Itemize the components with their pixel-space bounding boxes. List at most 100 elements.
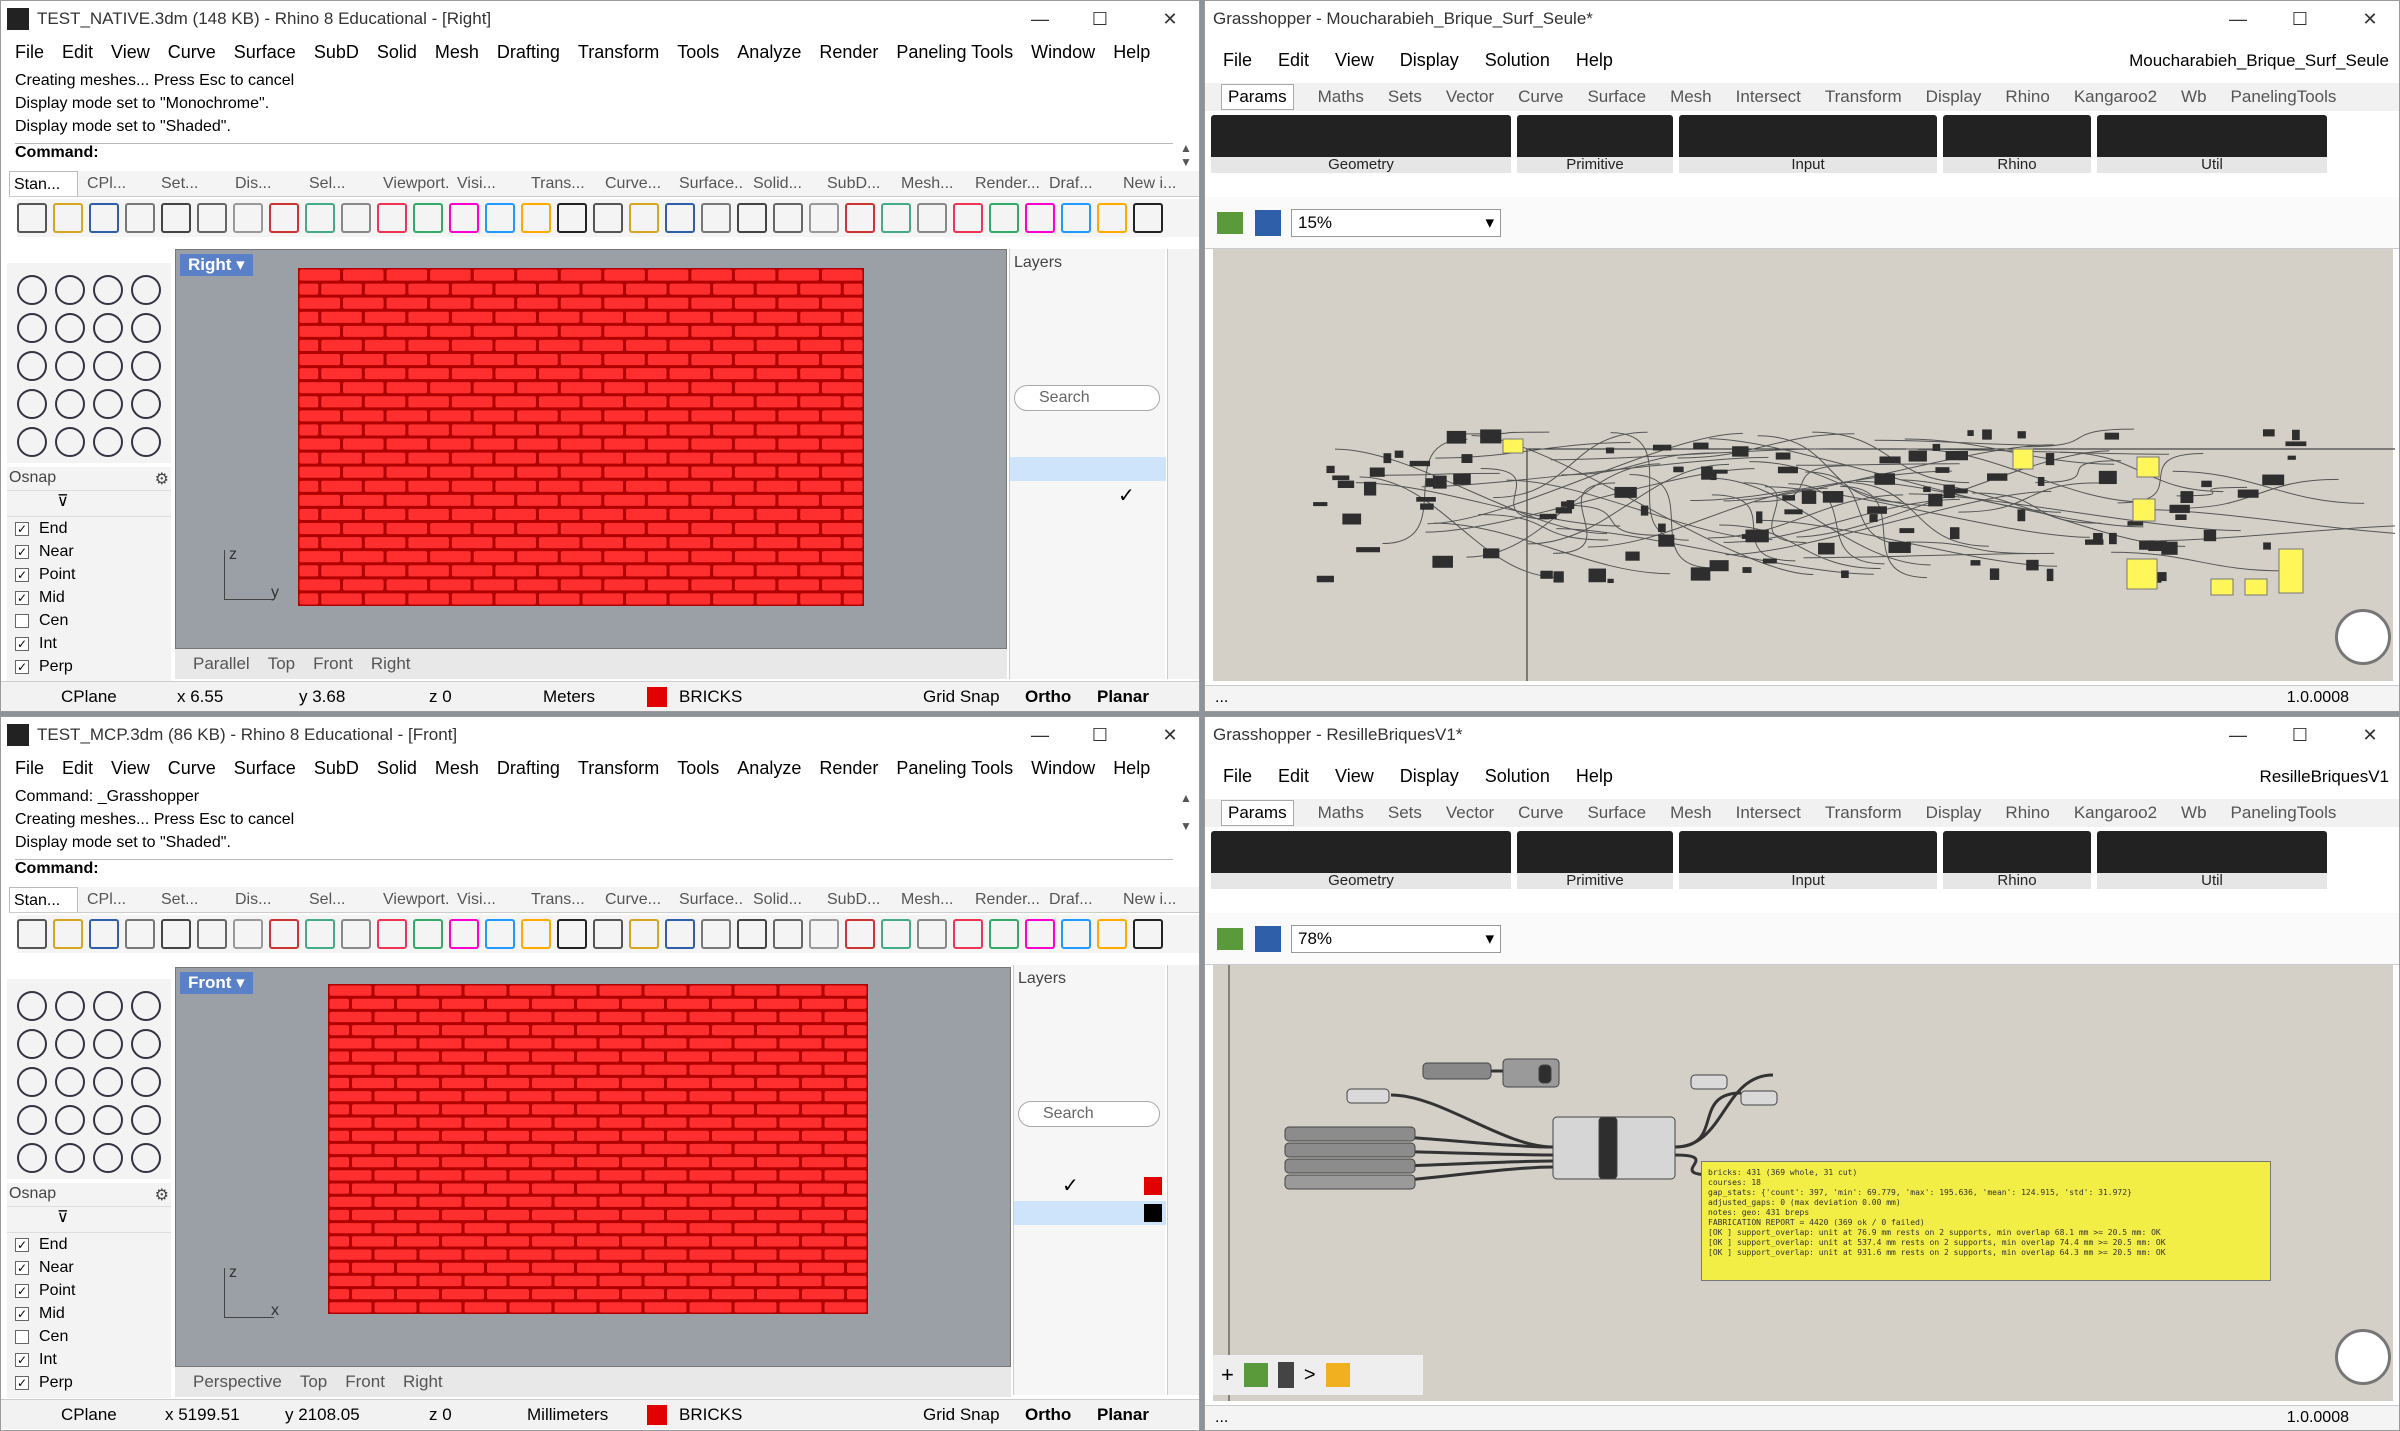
menu-item-2[interactable]: View xyxy=(1335,766,1374,787)
toolbar-button-icon[interactable] xyxy=(197,919,227,949)
toolbar-button-icon[interactable] xyxy=(161,203,191,233)
toolbar-button-icon[interactable] xyxy=(953,919,983,949)
toolbar-button-icon[interactable] xyxy=(125,203,155,233)
checkbox[interactable]: ✓ xyxy=(15,544,29,559)
tool-icon[interactable] xyxy=(17,1029,47,1059)
toolbar-button-icon[interactable] xyxy=(1025,203,1055,233)
close-icon[interactable]: ✕ xyxy=(2341,717,2399,753)
toolbar-tab-12[interactable]: Mesh... xyxy=(897,887,966,912)
ribbon-tab-11[interactable]: Kangaroo2 xyxy=(2074,87,2157,107)
ribbon-tab-3[interactable]: Vector xyxy=(1446,803,1494,823)
tool-icon[interactable] xyxy=(93,991,123,1021)
toolbar-button-icon[interactable] xyxy=(305,203,335,233)
units-label[interactable]: Meters xyxy=(543,687,595,707)
tool-icon[interactable] xyxy=(93,1143,123,1173)
viewport-tab-1[interactable]: Top xyxy=(268,654,295,674)
ribbon-tab-6[interactable]: Mesh xyxy=(1670,87,1712,107)
planar-toggle[interactable]: Planar xyxy=(1097,687,1149,707)
layer-color-black[interactable] xyxy=(1144,1204,1162,1222)
toolbar-tab-0[interactable]: Stan... xyxy=(9,887,78,912)
osnap-item[interactable]: ✓ Near xyxy=(7,540,171,563)
toolbar-button-icon[interactable] xyxy=(341,919,371,949)
maximize-icon[interactable]: ☐ xyxy=(2271,1,2329,37)
toolbar-button-icon[interactable] xyxy=(773,919,803,949)
ribbon-tab-5[interactable]: Surface xyxy=(1587,803,1646,823)
component-group-4[interactable]: Util xyxy=(2097,115,2327,173)
toolbar-tab-13[interactable]: Render... xyxy=(971,171,1040,196)
tool-icon[interactable] xyxy=(17,389,47,419)
ribbon-tab-13[interactable]: PanelingTools xyxy=(2231,803,2337,823)
toolbar-button-icon[interactable] xyxy=(17,919,47,949)
tool-icon[interactable] xyxy=(55,1105,85,1135)
menu-item-1[interactable]: Edit xyxy=(62,42,93,63)
osnap-item[interactable]: ✓ Int xyxy=(7,632,171,655)
checkbox[interactable]: ✓ xyxy=(15,1283,29,1298)
toolbar-button-icon[interactable] xyxy=(593,203,623,233)
component-group-4[interactable]: Util xyxy=(2097,831,2327,889)
viewport-tab-2[interactable]: Front xyxy=(345,1372,385,1392)
menu-item-8[interactable]: Drafting xyxy=(497,42,560,63)
menu-item-4[interactable]: Surface xyxy=(234,42,296,63)
ribbon-tab-13[interactable]: PanelingTools xyxy=(2231,87,2337,107)
toolbar-tab-8[interactable]: Curve... xyxy=(601,887,670,912)
toolbar-button-icon[interactable] xyxy=(485,203,515,233)
toolbar-tab-9[interactable]: Surface... xyxy=(675,171,744,196)
menu-item-5[interactable]: SubD xyxy=(314,42,359,63)
osnap-item[interactable]: Cen xyxy=(7,609,171,632)
menu-item-15[interactable]: Help xyxy=(1113,758,1150,779)
menu-item-6[interactable]: Solid xyxy=(377,758,417,779)
osnap-item[interactable]: Cen xyxy=(7,1325,171,1348)
tool-icon[interactable] xyxy=(55,275,85,305)
component-group-1[interactable]: Primitive xyxy=(1517,831,1673,889)
menu-item-4[interactable]: Solution xyxy=(1485,50,1550,71)
ribbon-tab-2[interactable]: Sets xyxy=(1388,803,1422,823)
gear-icon[interactable]: ⚙ xyxy=(155,469,169,488)
ribbon-tab-3[interactable]: Vector xyxy=(1446,87,1494,107)
add-icon[interactable]: + xyxy=(1221,1362,1234,1388)
tool-icon[interactable] xyxy=(93,427,123,457)
toolbar-tab-2[interactable]: Set... xyxy=(157,887,226,912)
ribbon-tab-4[interactable]: Curve xyxy=(1518,87,1563,107)
tool-icon[interactable] xyxy=(17,351,47,381)
toolbar-tab-9[interactable]: Surface... xyxy=(675,887,744,912)
toolbar-button-icon[interactable] xyxy=(269,919,299,949)
tool-icon[interactable] xyxy=(55,1143,85,1173)
menu-item-1[interactable]: Edit xyxy=(62,758,93,779)
ribbon-tab-5[interactable]: Surface xyxy=(1587,87,1646,107)
toolbar-button-icon[interactable] xyxy=(881,203,911,233)
toolbar-tab-0[interactable]: Stan... xyxy=(9,171,78,196)
menu-item-1[interactable]: Edit xyxy=(1278,50,1309,71)
menu-item-4[interactable]: Solution xyxy=(1485,766,1550,787)
toolbar-button-icon[interactable] xyxy=(557,203,587,233)
open-icon[interactable] xyxy=(1217,927,1243,950)
ribbon-tab-0[interactable]: Params xyxy=(1221,84,1294,110)
ribbon-tab-7[interactable]: Intersect xyxy=(1736,803,1801,823)
tool-icon[interactable] xyxy=(17,991,47,1021)
toolbar-tab-5[interactable]: Viewport... xyxy=(379,171,448,196)
ribbon-tab-7[interactable]: Intersect xyxy=(1736,87,1801,107)
menu-item-7[interactable]: Mesh xyxy=(435,758,479,779)
checkbox[interactable]: ✓ xyxy=(15,590,29,605)
tool-icon[interactable] xyxy=(93,275,123,305)
toolbar-button-icon[interactable] xyxy=(89,919,119,949)
toolbar-tab-14[interactable]: Draf... xyxy=(1045,171,1114,196)
grid-snap-toggle[interactable]: Grid Snap xyxy=(923,687,1000,707)
toolbar-button-icon[interactable] xyxy=(593,919,623,949)
checkbox[interactable]: ✓ xyxy=(15,567,29,582)
toolbar-button-icon[interactable] xyxy=(53,203,83,233)
grid-snap-toggle[interactable]: Grid Snap xyxy=(923,1405,1000,1425)
minimize-icon[interactable]: — xyxy=(1011,717,1069,753)
menu-item-10[interactable]: Tools xyxy=(677,42,719,63)
toolbar-tab-11[interactable]: SubD... xyxy=(823,887,892,912)
tool-icon[interactable] xyxy=(131,275,161,305)
viewport-tab-0[interactable]: Parallel xyxy=(193,654,250,674)
toolbar-button-icon[interactable] xyxy=(917,919,947,949)
ribbon-tab-8[interactable]: Transform xyxy=(1825,803,1902,823)
osnap-item[interactable]: ✓ Perp xyxy=(7,1371,171,1394)
gh-canvas[interactable] xyxy=(1213,249,2395,681)
toolbar-button-icon[interactable] xyxy=(521,203,551,233)
toolbar-tab-7[interactable]: Trans... xyxy=(527,887,596,912)
viewport-tab-3[interactable]: Right xyxy=(403,1372,443,1392)
menu-item-0[interactable]: File xyxy=(15,758,44,779)
cplane-label[interactable]: CPlane xyxy=(61,1405,117,1425)
